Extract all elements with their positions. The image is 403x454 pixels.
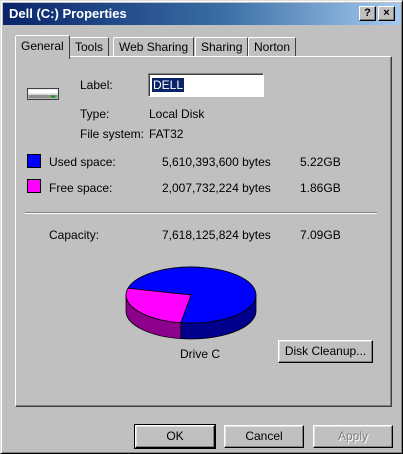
disk-usage-pie-chart [125, 266, 257, 340]
properties-window: Dell (C:) Properties ? × General Tools W… [0, 0, 403, 454]
cancel-button[interactable]: Cancel [224, 425, 304, 448]
tab-sharing[interactable]: Sharing [195, 37, 249, 57]
free-space-bytes: 2,007,732,224 bytes [162, 181, 271, 195]
disk-cleanup-label: Disk Cleanup... [284, 344, 367, 358]
used-space-caption: Used space: [49, 155, 116, 169]
file-system-caption: File system: [80, 127, 145, 141]
capacity-size: 7.09GB [300, 228, 341, 242]
drive-label: Drive C [180, 347, 221, 361]
free-space-size: 1.86GB [300, 181, 341, 195]
tab-norton[interactable]: Norton [248, 37, 297, 57]
used-space-size: 5.22GB [300, 155, 341, 169]
capacity-bytes: 7,618,125,824 bytes [162, 228, 271, 242]
type-value: Local Disk [149, 107, 205, 121]
free-space-caption: Free space: [49, 181, 113, 195]
used-space-bytes: 5,610,393,600 bytes [162, 155, 271, 169]
label-input[interactable]: DELL [148, 73, 264, 97]
window-title: Dell (C:) Properties [9, 6, 127, 21]
apply-button[interactable]: Apply [313, 425, 393, 448]
ok-button[interactable]: OK [134, 424, 216, 449]
label-caption: Label: [80, 78, 113, 92]
hard-drive-icon [27, 88, 59, 100]
tab-general[interactable]: General [15, 35, 70, 59]
close-button[interactable]: × [378, 6, 395, 21]
title-bar[interactable]: Dell (C:) Properties ? × [3, 3, 401, 25]
capacity-caption: Capacity: [49, 228, 100, 242]
used-space-swatch [27, 154, 41, 168]
type-caption: Type: [80, 107, 110, 121]
separator [25, 212, 377, 214]
file-system-value: FAT32 [149, 127, 184, 141]
free-space-swatch [27, 179, 41, 193]
disk-cleanup-button[interactable]: Disk Cleanup... [278, 340, 373, 363]
label-input-value: DELL [150, 77, 186, 93]
help-button[interactable]: ? [359, 6, 376, 21]
tab-web-sharing[interactable]: Web Sharing [113, 37, 195, 57]
label-caption-text: Label: [80, 78, 113, 92]
tab-tools[interactable]: Tools [69, 37, 110, 57]
